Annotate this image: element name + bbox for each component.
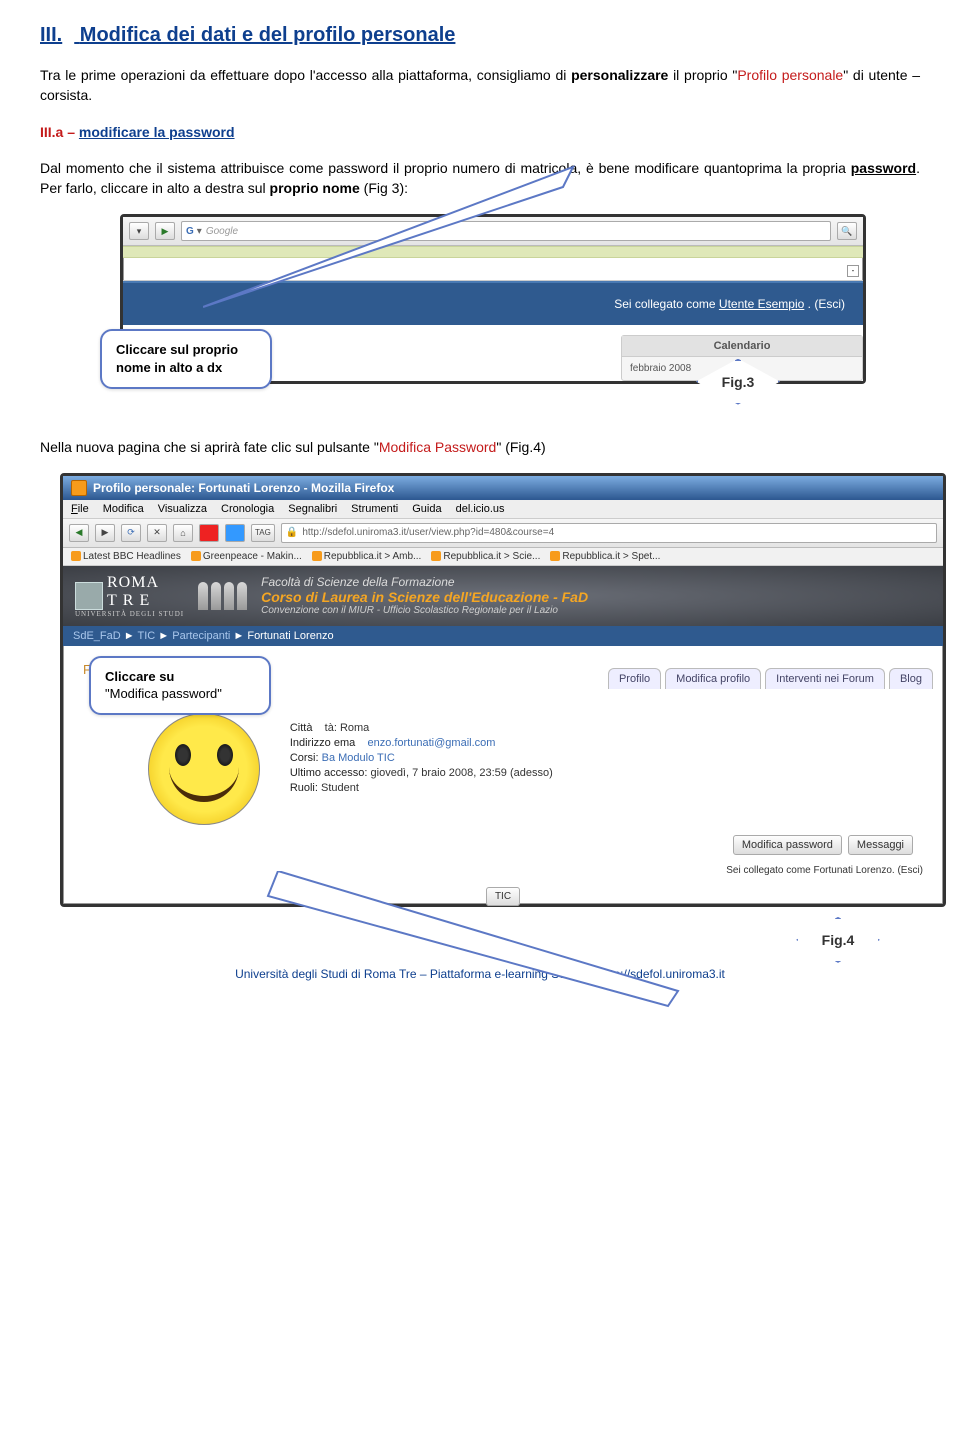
back-icon[interactable]: ◀ (69, 524, 89, 542)
tab-profilo[interactable]: Profilo (608, 668, 661, 689)
hero-line-1: Facoltà di Scienze della Formazione (261, 575, 588, 589)
bookmark-item[interactable]: Greenpeace - Makin... (191, 551, 302, 562)
login-strip: Sei collegato come Utente Esempio . (Esc… (123, 281, 863, 325)
hero-banner: ROMA TRE UNIVERSITÀ DEGLI STUDI Facoltà … (63, 566, 943, 626)
section-heading: III. Modifica dei dati e del profilo per… (40, 24, 920, 47)
crumb-current: Fortunati Lorenzo (247, 630, 333, 642)
tab-interventi-forum[interactable]: Interventi nei Forum (765, 668, 885, 689)
forward-icon[interactable]: ▶ (95, 524, 115, 542)
figure-4-frame: Profilo personale: Fortunati Lorenzo - M… (60, 473, 946, 907)
bookmark-item[interactable]: Repubblica.it > Amb... (312, 551, 422, 562)
ext-icon-2[interactable] (225, 524, 245, 542)
avatar (148, 713, 260, 825)
window-titlebar: Profilo personale: Fortunati Lorenzo - M… (63, 476, 943, 500)
tab-modifica-profilo[interactable]: Modifica profilo (665, 668, 761, 689)
callout-click-name: Cliccare sul proprio nome in alto a dx (100, 329, 272, 388)
tab-strip (123, 246, 863, 258)
paragraph-2: Nella nuova pagina che si aprirà fate cl… (40, 437, 920, 457)
university-logo: ROMA TRE UNIVERSITÀ DEGLI STUDI (75, 574, 184, 618)
ext-icon-1[interactable] (199, 524, 219, 542)
messaggi-button[interactable]: Messaggi (848, 835, 913, 855)
subsection-number: III.a – (40, 124, 75, 140)
stop-icon[interactable]: ✕ (147, 524, 167, 542)
minimize-icon[interactable]: - (847, 265, 859, 277)
menu-delicious[interactable]: del.icio.us (456, 503, 505, 515)
browser-toolbar: ▾ ▶ G▾ Google 🔍 (123, 217, 863, 246)
dropdown-icon[interactable]: ▾ (129, 222, 149, 240)
tag-icon[interactable]: TAG (251, 524, 275, 542)
intro-paragraph: Tra le prime operazioni da effettuare do… (40, 65, 920, 106)
search-input[interactable]: G▾ Google (181, 221, 831, 241)
bookmark-item[interactable]: Repubblica.it > Scie... (431, 551, 540, 562)
modifica-password-button[interactable]: Modifica password (733, 835, 842, 855)
bookmark-item[interactable]: Latest BBC Headlines (71, 551, 181, 562)
bookmarks-bar: Latest BBC Headlines Greenpeace - Makin.… (63, 548, 943, 566)
play-icon[interactable]: ▶ (155, 222, 175, 240)
menubar: FFileile Modifica Visualizza Cronologia … (63, 500, 943, 519)
menu-view[interactable]: Visualizza (158, 503, 207, 515)
crumb-link[interactable]: Partecipanti (172, 630, 230, 642)
subsection-heading: III.a – modificare la password (40, 122, 920, 142)
hero-line-3: Convenzione con il MIUR - Ufficio Scolas… (261, 605, 588, 616)
subsection-title: modificare la password (79, 124, 235, 140)
profile-details: Città tà: Roma Indirizzo ema enzo.fortun… (290, 719, 553, 825)
callout-modifica-password: Cliccare su "Modifica password" (89, 656, 271, 715)
section-title: Modifica dei dati e del profilo personal… (80, 24, 456, 46)
breadcrumb: SdE_FaD ► TIC ► Partecipanti ► Fortunati… (63, 626, 943, 646)
crumb-link[interactable]: SdE_FaD (73, 630, 121, 642)
crumb-link[interactable]: TIC (138, 630, 156, 642)
reload-icon[interactable]: ⟳ (121, 524, 141, 542)
user-name-link[interactable]: Utente Esempio (719, 297, 804, 311)
firefox-icon (71, 480, 87, 496)
bookmark-item[interactable]: Repubblica.it > Spet... (550, 551, 660, 562)
section-number: III. (40, 24, 62, 46)
home-icon[interactable]: ⌂ (173, 524, 193, 542)
callout-pointer-icon (258, 871, 698, 1031)
menu-edit[interactable]: Modifica (103, 503, 144, 515)
nav-toolbar: ◀ ▶ ⟳ ✕ ⌂ TAG 🔒 http://sdefol.uniroma3.i… (63, 519, 943, 548)
address-bar[interactable]: 🔒 http://sdefol.uniroma3.it/user/view.ph… (281, 523, 937, 543)
search-icon[interactable]: 🔍 (837, 222, 857, 240)
figure-4-label: Fig.4 (796, 917, 880, 963)
menu-history[interactable]: Cronologia (221, 503, 274, 515)
tab-blog[interactable]: Blog (889, 668, 933, 689)
hero-line-2: Corso di Laurea in Scienze dell'Educazio… (261, 589, 588, 605)
paragraph-1: Dal momento che il sistema attribuisce c… (40, 158, 920, 199)
menu-file[interactable]: FFileile (71, 503, 89, 515)
menu-help[interactable]: Guida (412, 503, 441, 515)
menu-tools[interactable]: Strumenti (351, 503, 398, 515)
menu-bookmarks[interactable]: Segnalibri (288, 503, 337, 515)
